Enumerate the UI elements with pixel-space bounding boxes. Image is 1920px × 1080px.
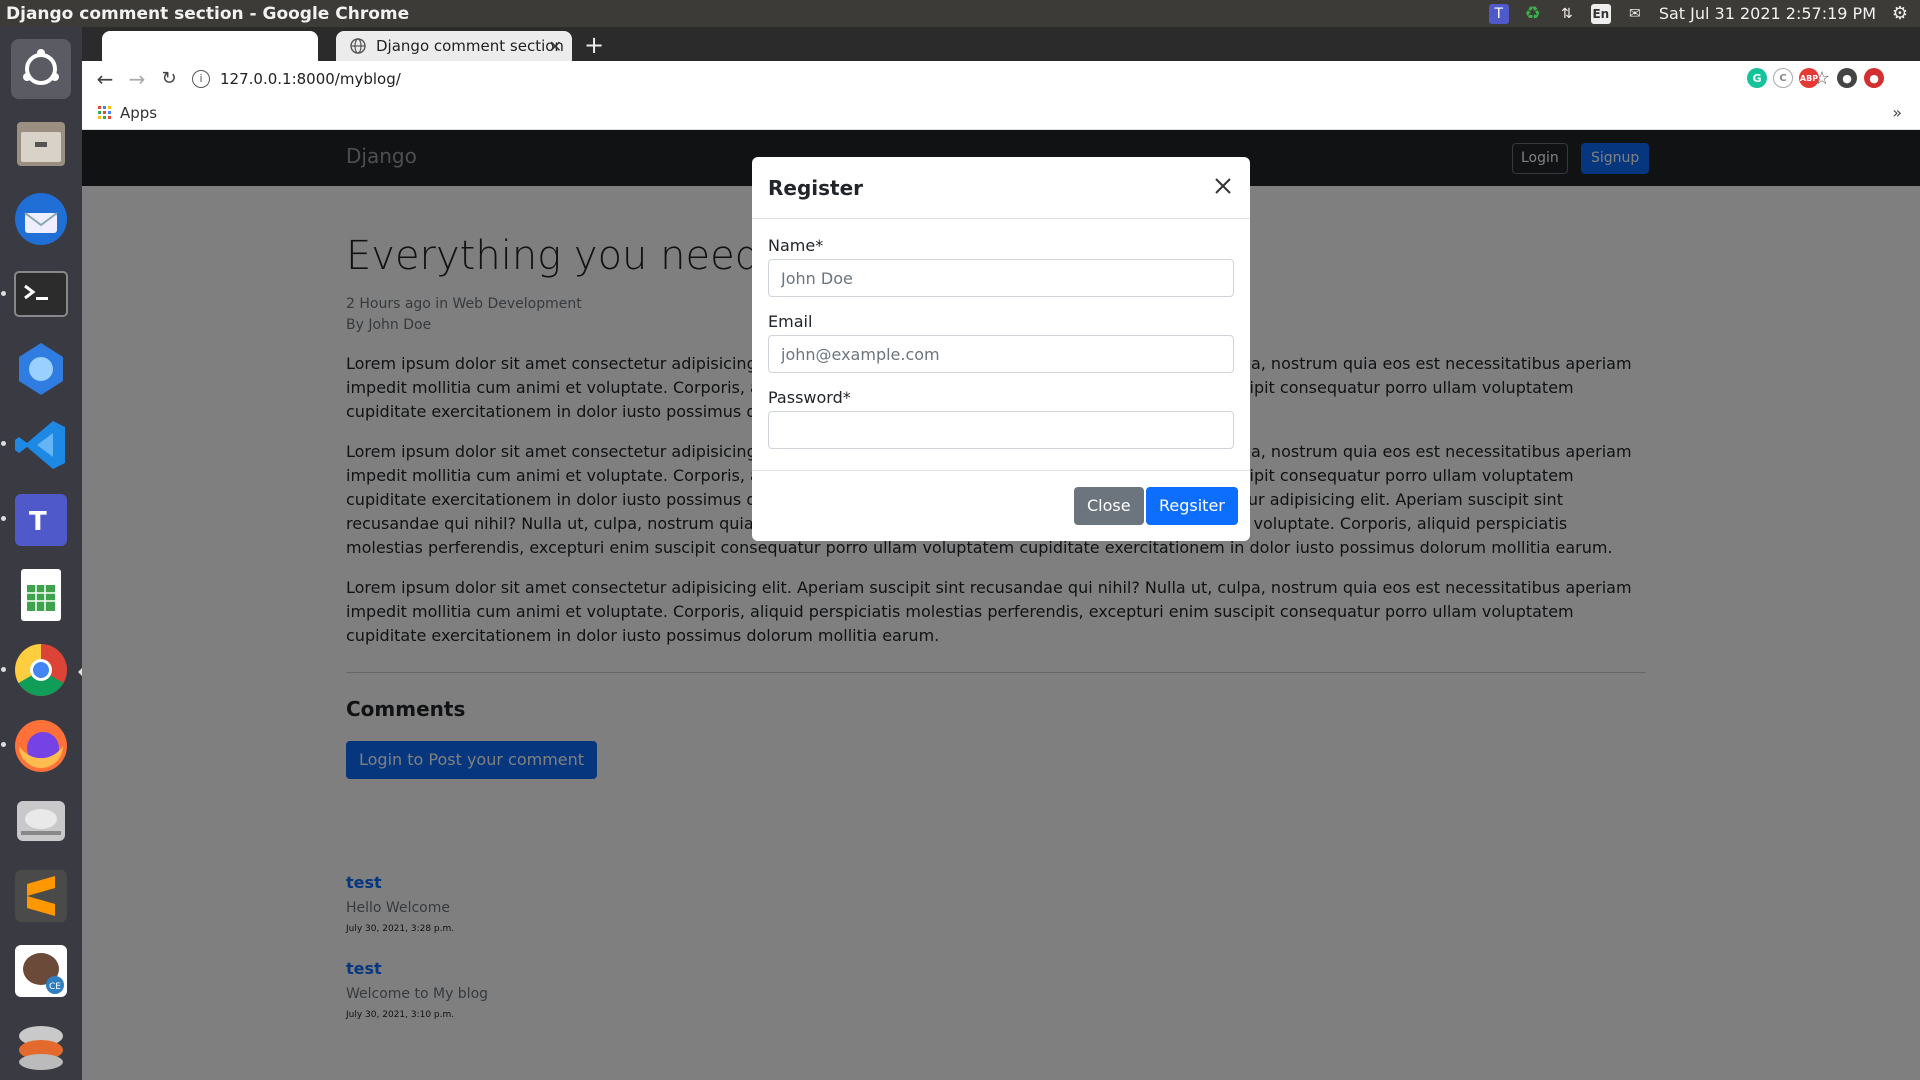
email-label: Email — [768, 312, 813, 331]
svg-text:T: T — [29, 507, 47, 537]
forward-arrow-icon[interactable]: → — [126, 67, 148, 91]
password-label: Password* — [768, 388, 851, 407]
extension-red-icon[interactable]: ● — [1864, 68, 1884, 88]
bookmarks-overflow-button[interactable]: » — [1892, 103, 1902, 122]
reload-icon[interactable]: ↻ — [158, 68, 180, 90]
modal-title: Register — [768, 176, 864, 200]
back-arrow-icon[interactable]: ← — [94, 67, 116, 91]
system-indicators: T ♻ ⇅ En ✉ Sat Jul 31 2021 2:57:19 PM ⚙ — [1488, 0, 1910, 27]
close-icon[interactable] — [1210, 173, 1236, 199]
close-button[interactable]: Close — [1074, 487, 1144, 525]
tab-django-comment-section[interactable]: Django comment section ✕ — [336, 31, 572, 61]
system-top-bar: Django comment section - Google Chrome T… — [0, 0, 1920, 27]
pgadmin-icon[interactable]: CE — [7, 938, 75, 1005]
teams-icon[interactable]: T — [1, 486, 75, 553]
window-title: Django comment section - Google Chrome — [6, 3, 410, 24]
globe-icon — [350, 38, 366, 54]
sublime-text-icon[interactable] — [7, 862, 75, 929]
address-bar[interactable]: i 127.0.0.1:8000/myblog/ ☆ — [192, 63, 1832, 94]
files-icon[interactable] — [7, 110, 75, 177]
name-field[interactable] — [768, 259, 1234, 297]
disks-icon[interactable] — [7, 787, 75, 854]
apps-bookmark[interactable]: Apps — [120, 104, 157, 122]
tab-title: Django comment section — [376, 37, 564, 55]
terminal-icon[interactable] — [1, 261, 75, 328]
browser-toolbar: ← → ↻ i 127.0.0.1:8000/myblog/ ☆ G C ABP… — [82, 61, 1920, 96]
ubuntu-dash-icon[interactable] — [7, 35, 75, 102]
password-field[interactable] — [768, 411, 1234, 449]
register-button[interactable]: Regsiter — [1146, 487, 1238, 525]
url-text[interactable]: 127.0.0.1:8000/myblog/ — [220, 70, 401, 88]
app-launcher: T CE — [0, 27, 83, 1080]
modal-header: Register — [752, 157, 1250, 219]
modal-footer: Close Regsiter — [752, 470, 1250, 541]
site-info-icon[interactable]: i — [192, 69, 210, 88]
tab-close-icon[interactable]: ✕ — [549, 37, 562, 56]
teams-tray-icon[interactable]: T — [1488, 3, 1509, 24]
modal-body: Name* Email Password* — [752, 219, 1250, 449]
bookmarks-bar: Apps » — [82, 96, 1920, 130]
vscode-icon[interactable] — [1, 411, 75, 478]
apps-grid-icon[interactable] — [98, 105, 112, 120]
network-icon[interactable]: ⇅ — [1557, 4, 1577, 24]
browser-window: Django comment section ✕ + ← → ↻ i 127.0… — [82, 27, 1920, 1080]
email-field[interactable] — [768, 335, 1234, 373]
spreadsheet-icon[interactable] — [7, 562, 75, 629]
grammarly-extension-icon[interactable]: G — [1747, 68, 1767, 88]
tab-strip: Django comment section ✕ + — [82, 27, 1920, 61]
profile-avatar-icon[interactable]: ● — [1837, 68, 1857, 88]
sync-tray-icon[interactable]: ♻ — [1523, 3, 1543, 24]
tab-blank[interactable] — [102, 31, 318, 61]
settings-gear-icon[interactable]: ⚙ — [1890, 3, 1910, 24]
mail-icon[interactable]: ✉ — [1625, 4, 1645, 24]
svg-text:CE: CE — [49, 982, 61, 992]
keyboard-layout-indicator[interactable]: En — [1590, 3, 1611, 24]
unity-icon[interactable] — [7, 1013, 75, 1080]
register-modal: Register Name* Email Password* Close Reg… — [752, 157, 1250, 541]
new-tab-button[interactable]: + — [584, 32, 604, 58]
name-label: Name* — [768, 236, 824, 255]
firefox-icon[interactable] — [1, 712, 75, 779]
chrome-icon[interactable] — [1, 637, 83, 704]
extension-puzzle-icon[interactable]: C — [1773, 68, 1793, 88]
adblock-plus-icon[interactable]: ABP — [1799, 68, 1819, 88]
clock[interactable]: Sat Jul 31 2021 2:57:19 PM — [1659, 4, 1876, 23]
thunderbird-icon[interactable] — [7, 185, 75, 252]
page-viewport: Django Login Signup Everything you need … — [82, 130, 1920, 1080]
wps-office-icon[interactable] — [7, 336, 75, 403]
